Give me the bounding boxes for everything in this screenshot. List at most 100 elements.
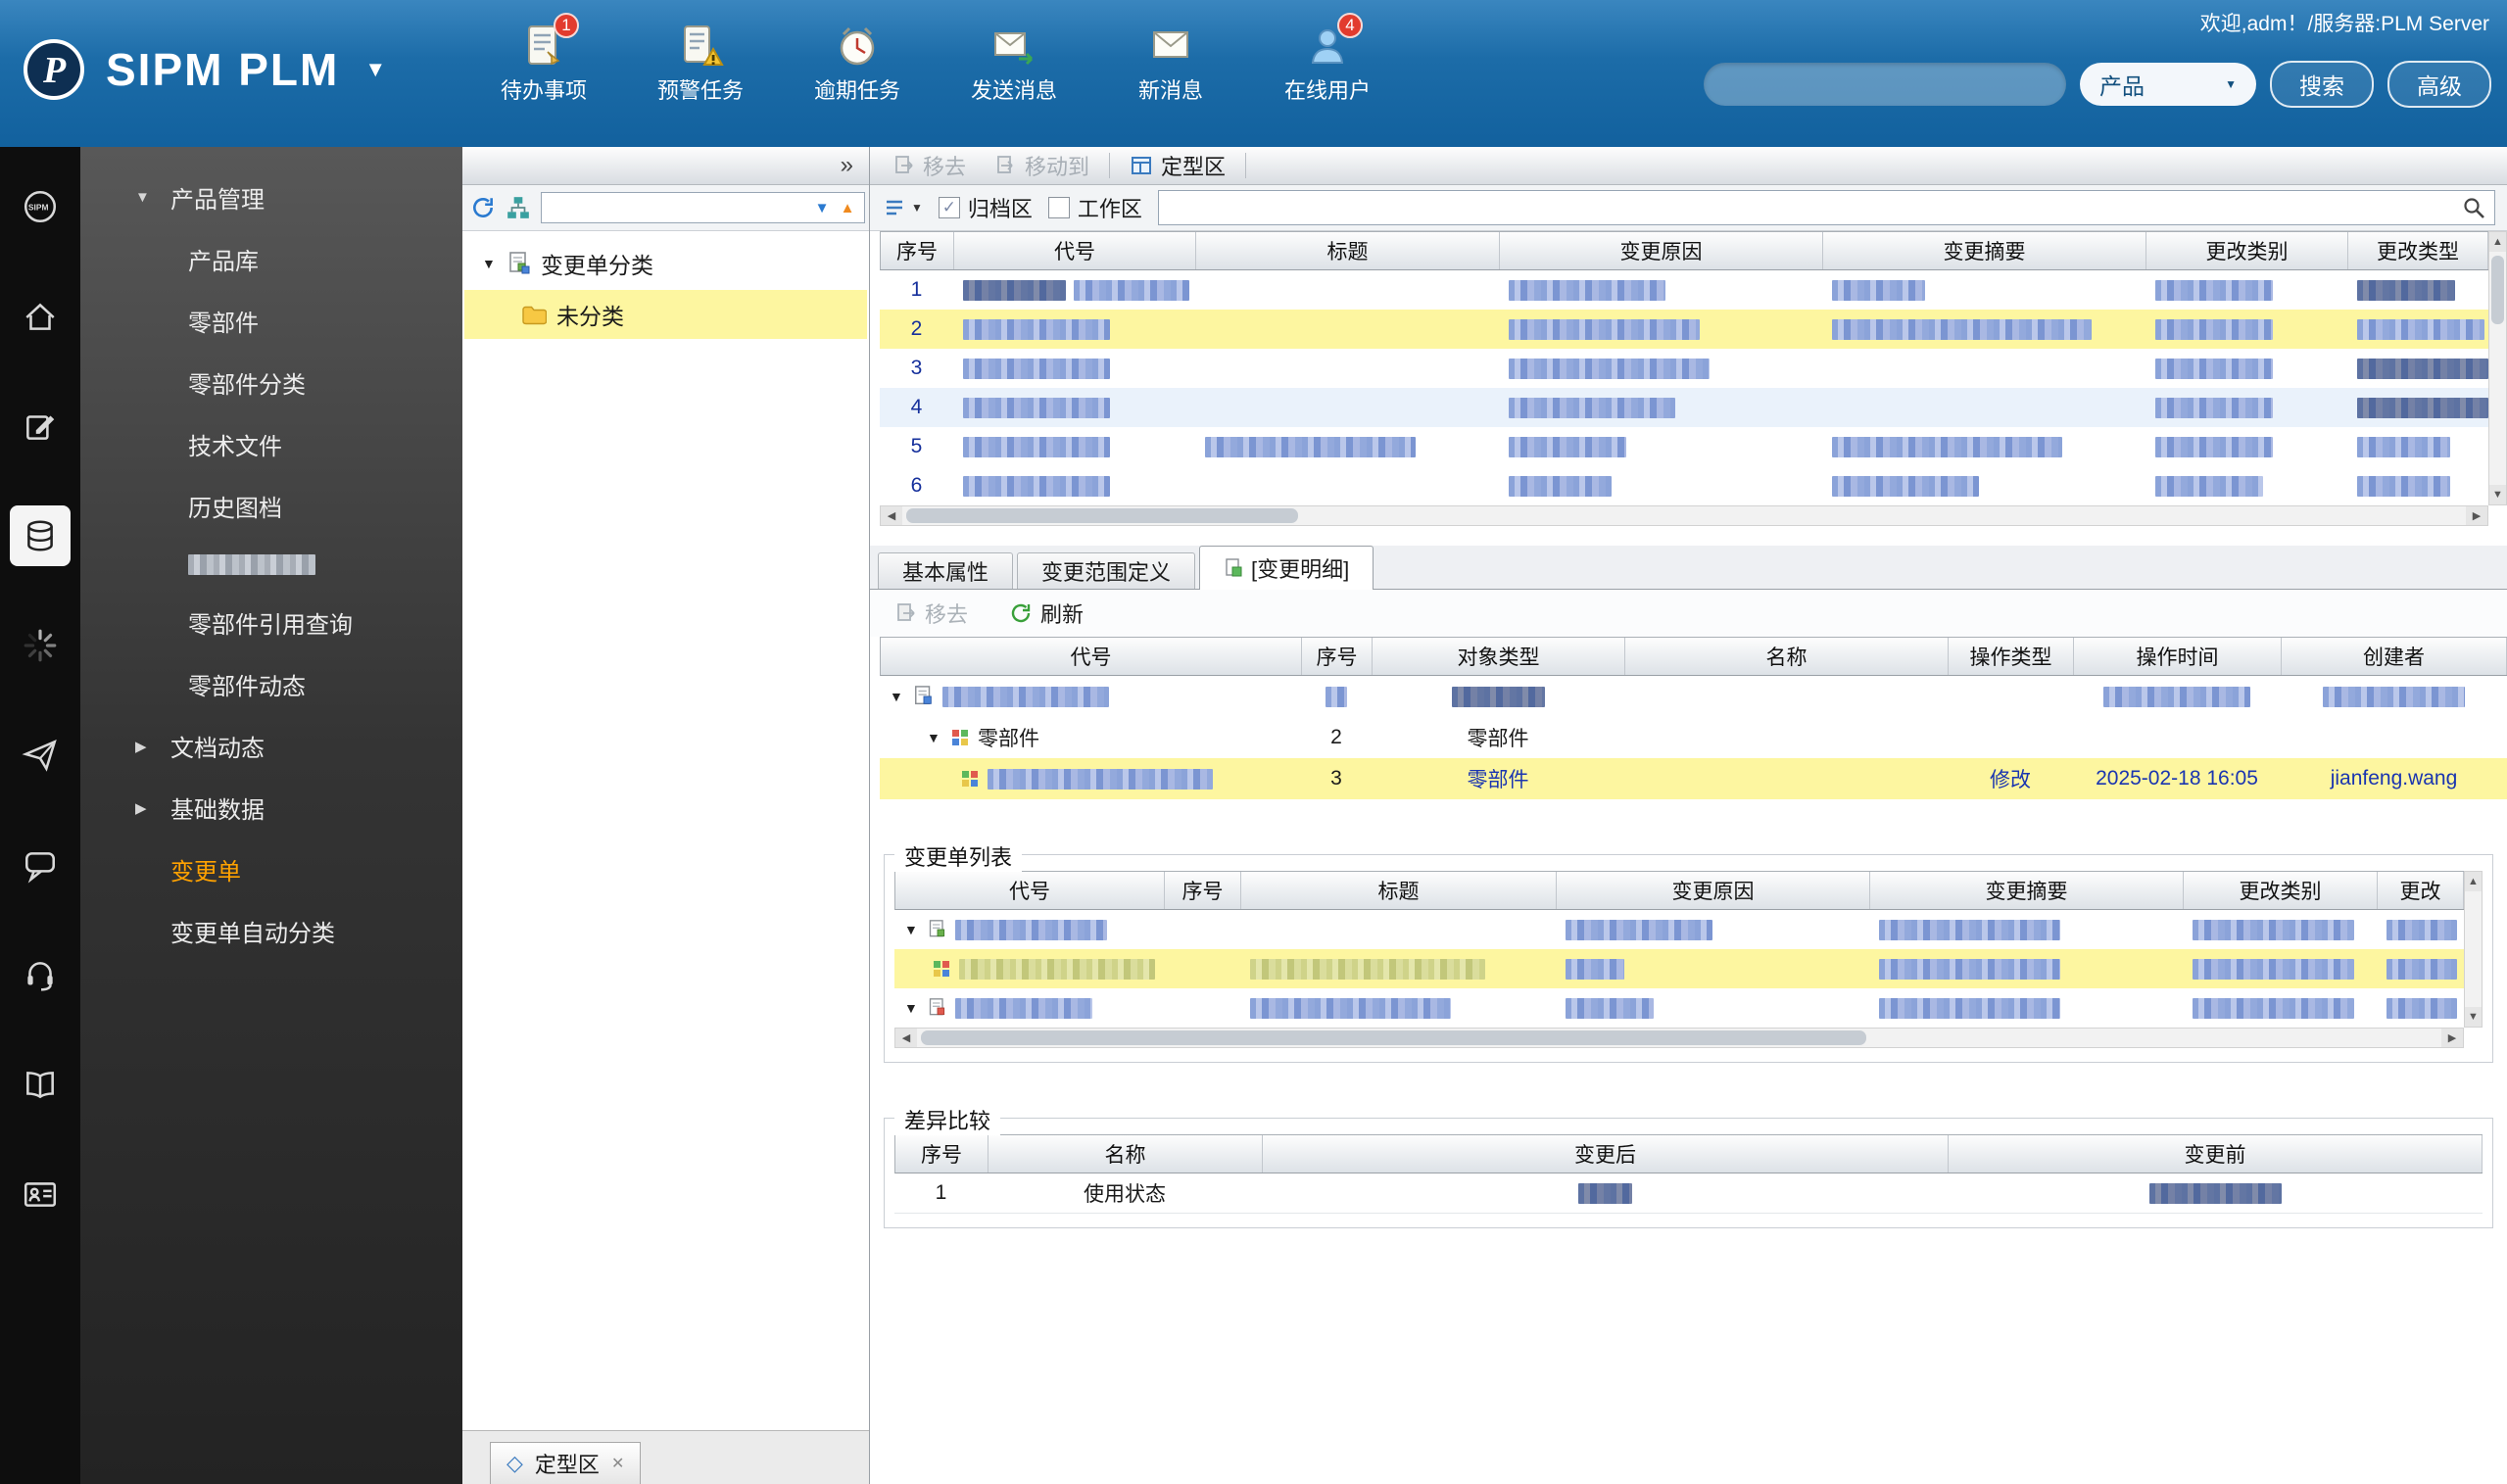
table-row[interactable]: ▼ 零部件 2 零部件 <box>880 717 2507 758</box>
sidebar-item-part-categories[interactable]: 零部件分类 <box>80 352 462 413</box>
grid3-horizontal-scrollbar[interactable]: ◀ ▶ <box>894 1028 2464 1048</box>
rail-idcard-icon[interactable] <box>10 1164 71 1224</box>
tree-hierarchy-icon[interactable] <box>506 195 531 220</box>
table-row[interactable]: 6 <box>880 466 2488 505</box>
col-summary[interactable]: 变更摘要 <box>1870 872 2184 909</box>
col-after-change[interactable]: 变更后 <box>1263 1135 1949 1173</box>
col-summary[interactable]: 变更摘要 <box>1823 232 2146 269</box>
scroll-thumb[interactable] <box>921 1030 1866 1045</box>
tree-search-next-icon[interactable]: ▼ <box>809 196 835 219</box>
tab-basic-properties[interactable]: 基本属性 <box>878 552 1014 589</box>
col-object-type[interactable]: 对象类型 <box>1373 638 1625 675</box>
scroll-up-button[interactable]: ▲ <box>2489 232 2506 252</box>
panel-collapse-button[interactable]: » <box>841 154 853 177</box>
rail-edit-icon[interactable] <box>10 396 71 456</box>
tab-change-scope[interactable]: 变更范围定义 <box>1017 552 1196 589</box>
col-change-category[interactable]: 更改类别 <box>2146 232 2348 269</box>
sidebar-item-change-order-auto-classify[interactable]: 变更单自动分类 <box>80 900 462 962</box>
table-row[interactable]: 5 <box>880 427 2488 466</box>
new-message-button[interactable]: 新消息 <box>1122 22 1220 105</box>
col-code[interactable]: 代号 <box>881 638 1302 675</box>
brand-caret-icon[interactable]: ▼ <box>364 57 386 82</box>
tree-node-unclassified-selected[interactable]: 未分类 <box>464 290 867 339</box>
sidebar-group-base-data[interactable]: ▶ 基础数据 <box>80 777 462 838</box>
col-code[interactable]: 代号 <box>954 232 1196 269</box>
scroll-down-button[interactable]: ▼ <box>2465 1007 2482 1027</box>
rail-database-icon[interactable] <box>10 505 71 566</box>
col-code[interactable]: 代号 <box>895 872 1165 909</box>
rail-loading-icon[interactable] <box>10 615 71 676</box>
col-reason[interactable]: 变更原因 <box>1500 232 1823 269</box>
scroll-right-button[interactable]: ▶ <box>2466 506 2487 525</box>
finalize-area-button[interactable]: 定型区 <box>1120 150 1235 181</box>
table-row[interactable]: 1 <box>880 270 2488 310</box>
sidebar-item-history-drawings[interactable]: 历史图档 <box>80 475 462 537</box>
tab-close-icon[interactable]: ✕ <box>611 1454 624 1473</box>
col-seq[interactable]: 序号 <box>895 1135 988 1173</box>
table-row[interactable]: 3 <box>880 349 2488 388</box>
grid-search-input[interactable] <box>1166 195 2461 220</box>
global-search-input[interactable] <box>1704 63 2066 106</box>
col-change-type[interactable]: 更改类型 <box>2348 232 2488 269</box>
grid3-vertical-scrollbar[interactable]: ▲ ▼ <box>2464 871 2483 1028</box>
table-row[interactable]: ▼ <box>880 676 2507 717</box>
sidebar-item-change-order[interactable]: 变更单 <box>80 838 462 900</box>
rail-book-icon[interactable] <box>10 1054 71 1115</box>
scroll-right-button[interactable]: ▶ <box>2441 1029 2463 1047</box>
col-seq[interactable]: 序号 <box>881 232 954 269</box>
online-users-button[interactable]: 4 在线用户 <box>1278 13 1376 105</box>
workspace-checkbox[interactable]: 工作区 <box>1047 192 1142 223</box>
brand[interactable]: P SIPM PLM ▼ <box>22 37 386 102</box>
col-reason[interactable]: 变更原因 <box>1557 872 1870 909</box>
tree-search-prev-icon[interactable]: ▲ <box>835 196 860 219</box>
col-name[interactable]: 名称 <box>1625 638 1949 675</box>
sidebar-item-part-reference-query[interactable]: 零部件引用查询 <box>80 592 462 653</box>
scroll-left-button[interactable]: ◀ <box>895 1029 917 1047</box>
col-title[interactable]: 标题 <box>1196 232 1500 269</box>
rail-support-headset-icon[interactable] <box>10 944 71 1005</box>
grid1-vertical-scrollbar[interactable]: ▲ ▼ <box>2488 231 2507 505</box>
col-operation-type[interactable]: 操作类型 <box>1949 638 2074 675</box>
scroll-thumb[interactable] <box>2491 256 2504 324</box>
scroll-up-button[interactable]: ▲ <box>2465 872 2482 891</box>
row-expander-icon[interactable]: ▼ <box>904 1000 920 1016</box>
row-expander-icon[interactable]: ▼ <box>890 689 905 704</box>
alert-tasks-button[interactable]: 预警任务 <box>651 22 749 105</box>
rail-chat-icon[interactable] <box>10 835 71 895</box>
table-row[interactable]: ▼ <box>894 910 2464 949</box>
archive-area-checkbox[interactable]: ✓ 归档区 <box>938 192 1033 223</box>
sidebar-item-parts[interactable]: 零部件 <box>80 290 462 352</box>
col-operation-time[interactable]: 操作时间 <box>2074 638 2282 675</box>
todo-items-button[interactable]: 1 待办事项 <box>495 13 593 105</box>
col-name[interactable]: 名称 <box>988 1135 1263 1173</box>
rail-send-icon[interactable] <box>10 725 71 786</box>
sidebar-section-product-management[interactable]: ▼ 产品管理 <box>80 167 462 228</box>
scroll-track[interactable] <box>902 506 2466 525</box>
col-creator[interactable]: 创建者 <box>2282 638 2507 675</box>
sidebar-item-part-activity[interactable]: 零部件动态 <box>80 653 462 715</box>
sidebar-item-technical-docs[interactable]: 技术文件 <box>80 413 462 475</box>
scroll-thumb[interactable] <box>906 508 1298 523</box>
search-category-dropdown[interactable]: 产品 ▼ <box>2080 63 2256 106</box>
rail-home-icon[interactable] <box>10 286 71 347</box>
tree-refresh-icon[interactable] <box>470 195 496 220</box>
send-message-button[interactable]: 发送消息 <box>965 22 1063 105</box>
sidebar-item-product-library[interactable]: 产品库 <box>80 228 462 290</box>
col-seq[interactable]: 序号 <box>1165 872 1241 909</box>
magnifier-icon[interactable] <box>2461 195 2486 220</box>
view-options-button[interactable]: ▼ <box>882 196 923 219</box>
refresh-button[interactable]: 刷新 <box>999 598 1093 629</box>
grid1-horizontal-scrollbar[interactable]: ◀ ▶ <box>880 505 2488 526</box>
col-before-change[interactable]: 变更前 <box>1949 1135 2483 1173</box>
scroll-track[interactable] <box>917 1029 2441 1047</box>
move-to-button[interactable]: 移动到 <box>986 150 1099 181</box>
table-row[interactable]: ▼ <box>894 988 2464 1028</box>
row-expander-icon[interactable]: ▼ <box>927 730 942 745</box>
tree-search-input[interactable] <box>546 195 809 220</box>
remove-button[interactable]: 移去 <box>884 150 976 181</box>
sidebar-item-redacted[interactable] <box>80 537 462 592</box>
table-row[interactable]: 1 使用状态 <box>894 1173 2483 1214</box>
table-row-selected[interactable]: 3 零部件 修改 2025-02-18 16:05 jianfeng.wang <box>880 758 2507 799</box>
col-title[interactable]: 标题 <box>1241 872 1557 909</box>
rail-sipm-logo-icon[interactable]: SIPM <box>10 176 71 237</box>
